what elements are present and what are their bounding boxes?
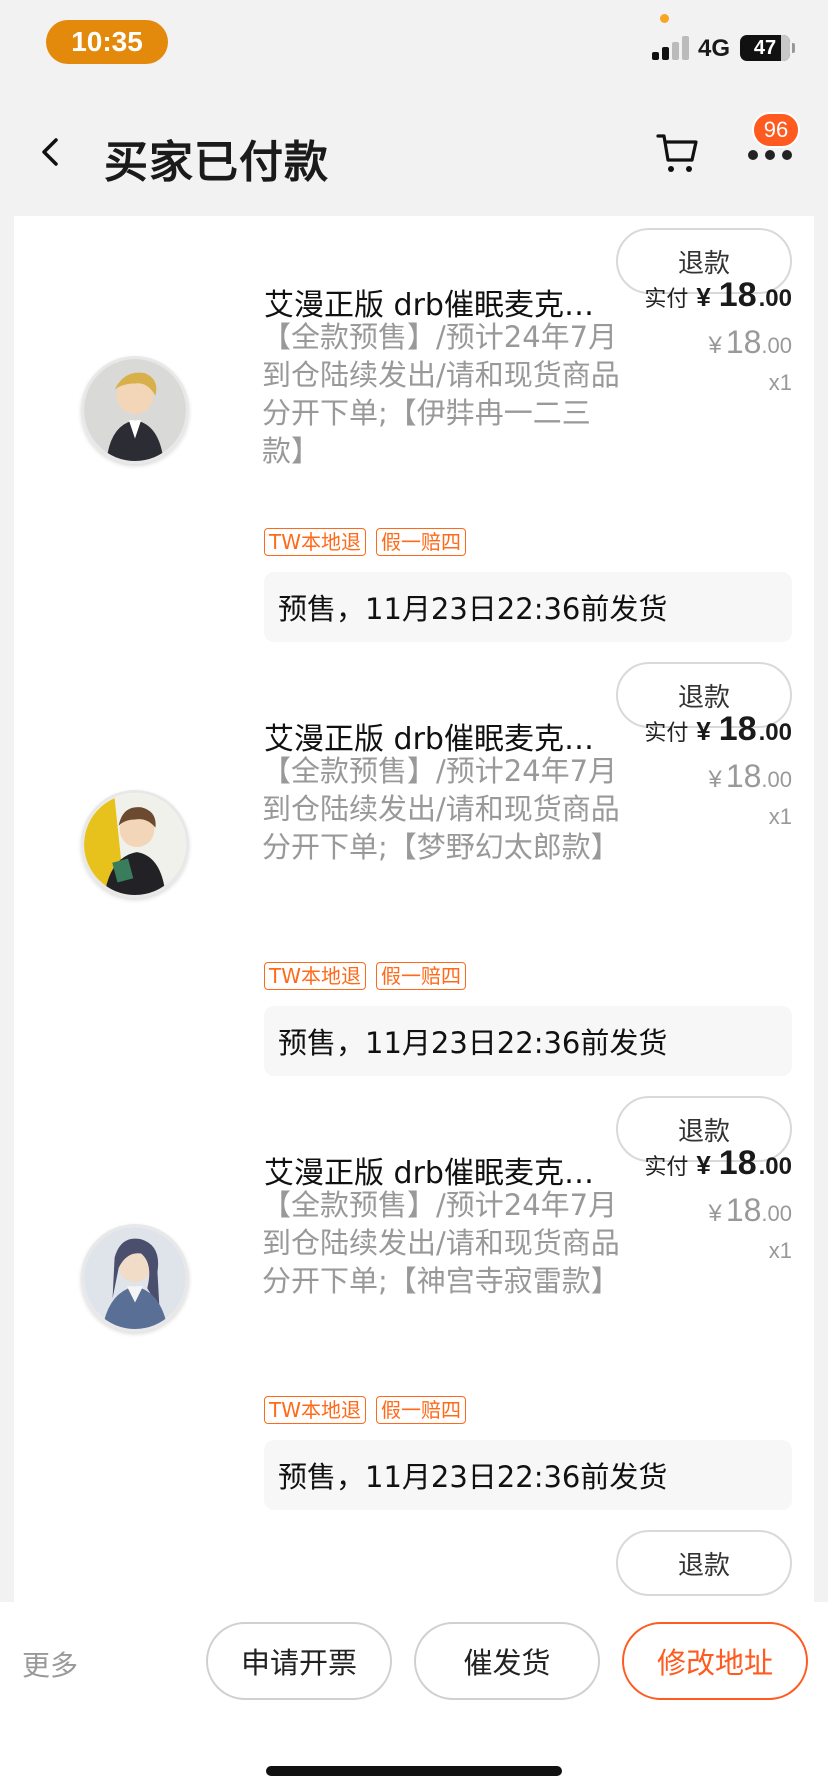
more-link[interactable]: 更多 (22, 1644, 78, 1684)
product-spec[interactable]: 【全款预售】/预计24年7月到仓陆续发出/请和现货商品分开下单;【梦野幻太郎款】 (262, 752, 622, 866)
service-tag[interactable]: 假一赔四 (376, 528, 466, 556)
paid-label: 实付 (644, 287, 689, 312)
paid-decimal: .00 (758, 285, 792, 312)
home-indicator[interactable] (266, 1766, 562, 1776)
unit-price-decimal: .00 (761, 333, 792, 358)
product-thumbnail[interactable] (81, 356, 189, 464)
quantity-prefix: x (768, 370, 780, 395)
battery-level: 47 (753, 36, 777, 59)
urge-shipping-button[interactable]: 催发货 (414, 1622, 600, 1700)
page-header: 买家已付款 96 (0, 90, 828, 210)
order-item: 退款 艾漫正版 drb催眠麦克风立牌吧唧 实付 ¥18.00 【全款预售】/预计… (14, 650, 814, 1084)
privacy-indicator-dot (660, 14, 669, 23)
paid-price: 实付 ¥18.00 (644, 1144, 792, 1183)
shipping-info: 预售，11月23日22:36前发货 (264, 572, 792, 642)
service-tags: TW本地退 假一赔四 (264, 962, 466, 990)
quantity: x1 (769, 804, 792, 830)
paid-decimal: .00 (758, 1153, 792, 1180)
product-thumbnail[interactable] (81, 1224, 189, 1332)
paid-decimal: .00 (758, 719, 792, 746)
paid-amount: 18 (718, 710, 757, 748)
shipping-info: 预售，11月23日22:36前发货 (264, 1006, 792, 1076)
chevron-left-icon[interactable] (32, 132, 72, 172)
battery-icon: 47 (740, 35, 790, 61)
paid-price: 实付 ¥18.00 (644, 276, 792, 315)
service-tags: TW本地退 假一赔四 (264, 528, 466, 556)
battery-tip (792, 43, 795, 53)
refund-button[interactable]: 退款 (616, 1530, 792, 1596)
change-address-button[interactable]: 修改地址 (622, 1622, 808, 1700)
unit-price: ¥18.00 (708, 758, 792, 795)
service-tag[interactable]: 假一赔四 (376, 962, 466, 990)
paid-label: 实付 (644, 1155, 689, 1180)
unit-price-amount: 18 (725, 324, 762, 360)
cart-icon[interactable] (654, 130, 702, 176)
product-spec[interactable]: 【全款预售】/预计24年7月到仓陆续发出/请和现货商品分开下单;【神宫寺寂雷款】 (262, 1186, 622, 1300)
status-bar: 10:35 4G 47 (0, 0, 828, 90)
product-spec[interactable]: 【全款预售】/预计24年7月到仓陆续发出/请和现货商品分开下单;【伊弉冉一二三款… (262, 318, 622, 470)
quantity-value: 1 (779, 370, 792, 395)
currency-symbol: ¥ (696, 1150, 711, 1180)
paid-label: 实付 (644, 721, 689, 746)
order-item: 退款 艾漫正版 drb催眠麦克风立牌吧唧 实付 ¥18.00 【全款预售】/预计… (14, 216, 814, 650)
notification-badge: 96 (752, 112, 800, 148)
shipping-info: 预售，11月23日22:36前发货 (264, 1440, 792, 1510)
unit-price: ¥18.00 (708, 1192, 792, 1229)
paid-price: 实付 ¥18.00 (644, 710, 792, 749)
unit-price-amount: 18 (725, 758, 762, 794)
unit-price: ¥18.00 (708, 324, 792, 361)
more-dots-icon[interactable] (746, 150, 794, 170)
unit-price-decimal: .00 (761, 1201, 792, 1226)
quantity: x1 (769, 1238, 792, 1264)
quantity: x1 (769, 370, 792, 396)
service-tag[interactable]: TW本地退 (264, 1396, 366, 1424)
quantity-value: 1 (779, 804, 792, 829)
service-tag[interactable]: TW本地退 (264, 962, 366, 990)
service-tags: TW本地退 假一赔四 (264, 1396, 466, 1424)
unit-price-decimal: .00 (761, 767, 792, 792)
unit-price-amount: 18 (725, 1192, 762, 1228)
status-time: 10:35 (46, 20, 168, 64)
paid-amount: 18 (718, 1144, 757, 1182)
signal-icon (652, 36, 690, 60)
order-item: 退款 艾漫正版 drb催眠麦克风立牌吧唧 实付 ¥18.00 【全款预售】/预计… (14, 1084, 814, 1518)
order-items-list: 退款 艾漫正版 drb催眠麦克风立牌吧唧 实付 ¥18.00 【全款预售】/预计… (14, 216, 814, 1602)
network-type: 4G (698, 35, 731, 62)
quantity-prefix: x (768, 1238, 780, 1263)
currency-symbol: ¥ (696, 716, 711, 746)
quantity-prefix: x (768, 804, 780, 829)
invoice-button[interactable]: 申请开票 (206, 1622, 392, 1700)
currency-symbol: ¥ (708, 766, 722, 793)
currency-symbol: ¥ (708, 332, 722, 359)
product-thumbnail[interactable] (81, 790, 189, 898)
service-tag[interactable]: TW本地退 (264, 528, 366, 556)
paid-amount: 18 (718, 276, 757, 314)
service-tag[interactable]: 假一赔四 (376, 1396, 466, 1424)
page-title: 买家已付款 (104, 137, 329, 188)
quantity-value: 1 (779, 1238, 792, 1263)
currency-symbol: ¥ (696, 282, 711, 312)
bottom-action-bar: 更多 申请开票 催发货 修改地址 (0, 1602, 828, 1792)
currency-symbol: ¥ (708, 1200, 722, 1227)
